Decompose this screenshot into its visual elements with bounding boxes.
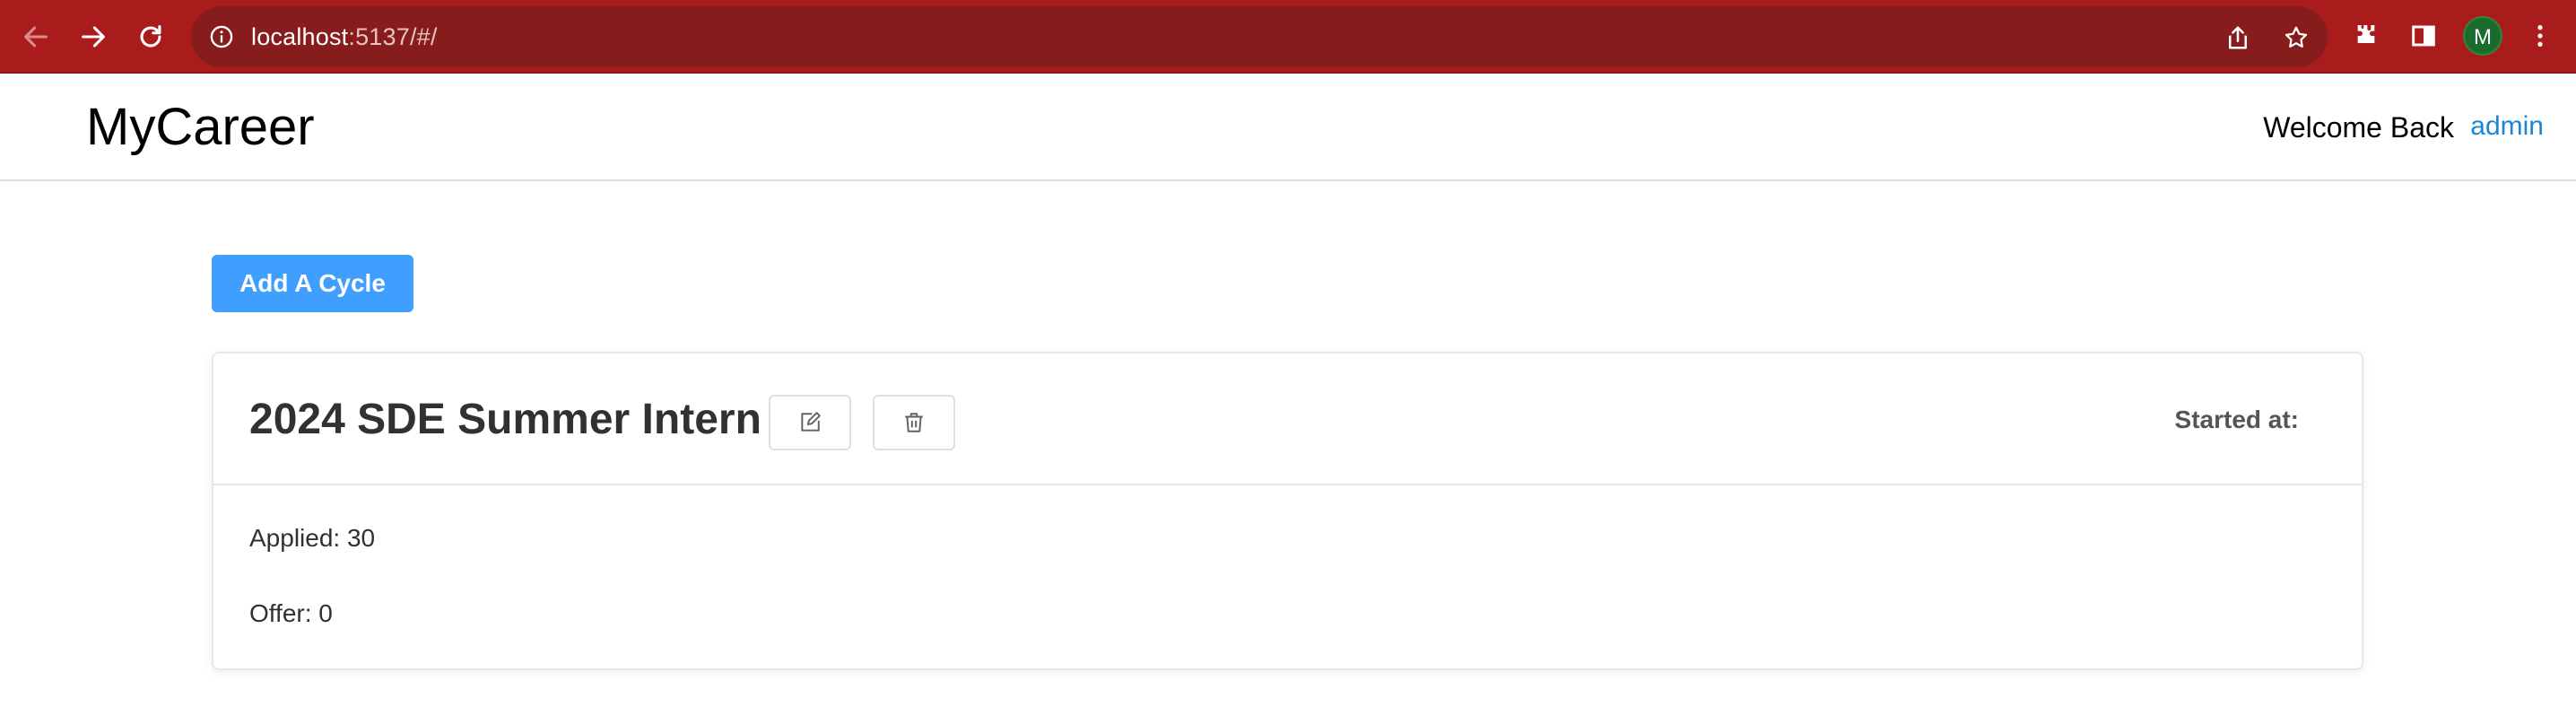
puzzle-icon xyxy=(2357,25,2375,43)
cycle-title: 2024 SDE Summer Intern xyxy=(249,396,761,443)
started-at-label: Started at: xyxy=(2174,406,2299,433)
back-button[interactable] xyxy=(16,17,56,57)
applied-count: Applied: 30 xyxy=(249,524,376,552)
side-panel-button[interactable] xyxy=(2407,20,2440,52)
add-cycle-button[interactable]: Add A Cycle xyxy=(212,255,413,312)
welcome-text: Welcome Back xyxy=(2263,111,2454,144)
offer-count: Offer: 0 xyxy=(249,599,333,627)
share-button[interactable] xyxy=(2223,22,2253,53)
star-icon xyxy=(2284,26,2308,48)
edit-cycle-button[interactable] xyxy=(769,395,851,450)
url-text[interactable]: localhost:5137/#/ xyxy=(251,6,438,67)
reload-button[interactable] xyxy=(131,17,170,57)
brand-logo-text[interactable]: MyCareer xyxy=(86,97,315,157)
share-icon xyxy=(2229,26,2247,49)
url-host: localhost xyxy=(251,23,349,50)
user-link[interactable]: admin xyxy=(2470,111,2544,142)
kebab-menu-icon xyxy=(2537,25,2543,47)
trash-icon xyxy=(905,413,923,432)
browser-menu-button[interactable] xyxy=(2524,20,2556,52)
address-bar[interactable]: localhost:5137/#/ xyxy=(191,6,2328,67)
browser-toolbar: localhost:5137/#/ M xyxy=(0,0,2576,74)
url-path: :5137/#/ xyxy=(348,23,438,50)
cycle-card-header: 2024 SDE Summer Intern Started at: xyxy=(213,354,2362,485)
extensions-button[interactable] xyxy=(2350,20,2382,52)
profile-avatar[interactable]: M xyxy=(2463,16,2502,56)
cycle-card: 2024 SDE Summer Intern Started at: Appli… xyxy=(212,352,2363,670)
forward-button[interactable] xyxy=(74,17,113,57)
bookmark-button[interactable] xyxy=(2281,22,2311,53)
arrow-right-icon xyxy=(82,26,105,48)
app-header: MyCareer Welcome Back admin xyxy=(0,75,2576,181)
delete-cycle-button[interactable] xyxy=(873,395,955,450)
arrow-left-icon xyxy=(24,26,48,48)
site-info-icon[interactable] xyxy=(209,24,234,49)
side-panel-icon xyxy=(2412,25,2435,47)
reload-icon xyxy=(140,25,161,48)
edit-icon xyxy=(801,412,821,432)
